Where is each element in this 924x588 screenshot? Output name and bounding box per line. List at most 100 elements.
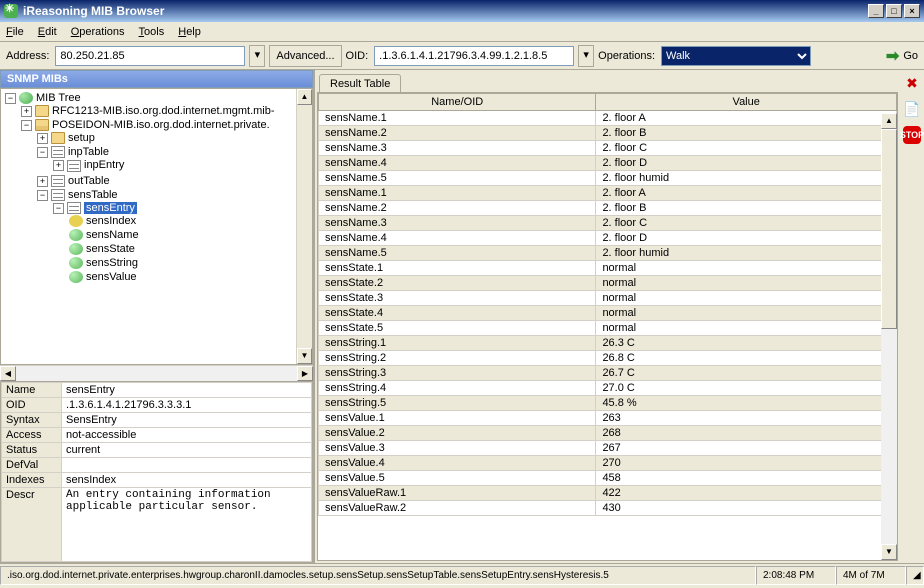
resize-grip-icon[interactable]: ◢	[906, 566, 924, 585]
table-row[interactable]: sensString.326.7 C	[319, 366, 897, 381]
mib-tree[interactable]: − MIB Tree + RFC1213-MIB.iso.org.dod.inter…	[0, 88, 313, 365]
expand-icon[interactable]: +	[37, 133, 48, 144]
col-value[interactable]: Value	[596, 94, 897, 111]
table-row[interactable]: sensName.42. floor D	[319, 231, 897, 246]
scroll-down-icon[interactable]: ▼	[297, 348, 312, 364]
tree-node[interactable]: RFC1213-MIB.iso.org.dod.internet.mgmt.mi…	[52, 105, 275, 117]
table-row[interactable]: sensString.545.8 %	[319, 396, 897, 411]
table-row[interactable]: sensState.1normal	[319, 261, 897, 276]
cell-value: normal	[596, 306, 897, 321]
tree-node[interactable]: inpEntry	[84, 159, 124, 171]
expand-icon[interactable]: −	[21, 120, 32, 131]
cell-value: 430	[596, 501, 897, 516]
scroll-down-icon[interactable]: ▼	[881, 544, 897, 560]
table-row[interactable]: sensValue.1263	[319, 411, 897, 426]
table-row[interactable]: sensName.52. floor humid	[319, 246, 897, 261]
tree-node[interactable]: sensTable	[68, 189, 118, 201]
tree-root[interactable]: MIB Tree	[36, 92, 81, 104]
address-input[interactable]	[55, 46, 245, 66]
table-row[interactable]: sensString.226.8 C	[319, 351, 897, 366]
go-button[interactable]: ➡ Go	[886, 46, 918, 66]
scroll-right-icon[interactable]: ▶	[297, 366, 313, 381]
new-document-icon[interactable]: 📄	[903, 100, 921, 118]
table-scrollbar-vertical[interactable]: ▲ ▼	[881, 113, 897, 560]
table-row[interactable]: sensName.22. floor B	[319, 126, 897, 141]
oid-input[interactable]	[374, 46, 574, 66]
cell-name: sensState.3	[319, 291, 596, 306]
table-row[interactable]: sensState.5normal	[319, 321, 897, 336]
expand-icon[interactable]: +	[53, 160, 64, 171]
cell-name: sensState.2	[319, 276, 596, 291]
table-row[interactable]: sensState.4normal	[319, 306, 897, 321]
tab-result-table[interactable]: Result Table	[319, 74, 401, 93]
operations-label: Operations:	[598, 50, 655, 62]
cell-name: sensName.5	[319, 171, 596, 186]
table-icon	[51, 189, 65, 201]
snmp-mibs-header: SNMP MIBs	[0, 70, 313, 88]
tree-scrollbar-vertical[interactable]: ▲ ▼	[296, 89, 312, 364]
table-row[interactable]: sensValue.3267	[319, 441, 897, 456]
tree-node-selected[interactable]: sensEntry	[84, 202, 137, 214]
cell-name: sensString.3	[319, 366, 596, 381]
delete-row-icon[interactable]: ✖	[903, 74, 921, 92]
cell-name: sensValueRaw.2	[319, 501, 596, 516]
cell-name: sensValue.3	[319, 441, 596, 456]
col-name-oid[interactable]: Name/OID	[319, 94, 596, 111]
expand-icon[interactable]: +	[37, 176, 48, 187]
table-row[interactable]: sensName.22. floor B	[319, 201, 897, 216]
tree-leaf[interactable]: sensName	[86, 229, 139, 241]
tree-leaf[interactable]: sensValue	[86, 271, 137, 283]
menu-file[interactable]: File	[6, 26, 24, 38]
tree-scrollbar-horizontal[interactable]: ◀ ▶	[0, 365, 313, 381]
table-icon	[67, 202, 81, 214]
tree-leaf[interactable]: sensIndex	[86, 215, 136, 227]
table-row[interactable]: sensState.3normal	[319, 291, 897, 306]
scroll-left-icon[interactable]: ◀	[0, 366, 16, 381]
tree-node[interactable]: POSEIDON-MIB.iso.org.dod.internet.privat…	[52, 119, 270, 131]
table-row[interactable]: sensValueRaw.2430	[319, 501, 897, 516]
tree-node[interactable]: inpTable	[68, 146, 109, 158]
expand-icon[interactable]: −	[5, 93, 16, 104]
menu-help[interactable]: Help	[178, 26, 201, 38]
table-row[interactable]: sensName.32. floor C	[319, 216, 897, 231]
cell-value: 2. floor humid	[596, 246, 897, 261]
cell-value: 2. floor A	[596, 186, 897, 201]
table-row[interactable]: sensName.52. floor humid	[319, 171, 897, 186]
table-row[interactable]: sensValue.4270	[319, 456, 897, 471]
menu-operations[interactable]: Operations	[71, 26, 125, 38]
tree-node[interactable]: outTable	[68, 175, 110, 187]
tree-node[interactable]: setup	[68, 132, 95, 144]
advanced-button[interactable]: Advanced...	[269, 45, 341, 67]
table-row[interactable]: sensValue.2268	[319, 426, 897, 441]
expand-icon[interactable]: −	[53, 203, 64, 214]
scroll-thumb[interactable]	[881, 129, 897, 329]
table-row[interactable]: sensString.427.0 C	[319, 381, 897, 396]
table-row[interactable]: sensName.42. floor D	[319, 156, 897, 171]
table-row[interactable]: sensString.126.3 C	[319, 336, 897, 351]
expand-icon[interactable]: −	[37, 147, 48, 158]
oid-label: OID:	[346, 50, 369, 62]
scroll-up-icon[interactable]: ▲	[297, 89, 312, 105]
address-dropdown-icon[interactable]: ▾	[249, 45, 265, 67]
table-row[interactable]: sensName.12. floor A	[319, 111, 897, 126]
table-row[interactable]: sensName.12. floor A	[319, 186, 897, 201]
expand-icon[interactable]: +	[21, 106, 32, 117]
oid-dropdown-icon[interactable]: ▾	[578, 45, 594, 67]
table-row[interactable]: sensValueRaw.1422	[319, 486, 897, 501]
table-row[interactable]: sensState.2normal	[319, 276, 897, 291]
menu-edit[interactable]: Edit	[38, 26, 57, 38]
tree-leaf[interactable]: sensString	[86, 257, 138, 269]
close-button[interactable]: ×	[904, 4, 920, 18]
operations-select[interactable]: Walk	[661, 46, 811, 66]
scroll-up-icon[interactable]: ▲	[881, 113, 897, 129]
cell-name: sensName.3	[319, 216, 596, 231]
table-row[interactable]: sensValue.5458	[319, 471, 897, 486]
table-row[interactable]: sensName.32. floor C	[319, 141, 897, 156]
menu-tools[interactable]: Tools	[139, 26, 165, 38]
maximize-button[interactable]: □	[886, 4, 902, 18]
tree-leaf[interactable]: sensState	[86, 243, 135, 255]
expand-icon[interactable]: −	[37, 190, 48, 201]
minimize-button[interactable]: _	[868, 4, 884, 18]
stop-icon[interactable]: STOP	[903, 126, 921, 144]
cell-value: 26.3 C	[596, 336, 897, 351]
